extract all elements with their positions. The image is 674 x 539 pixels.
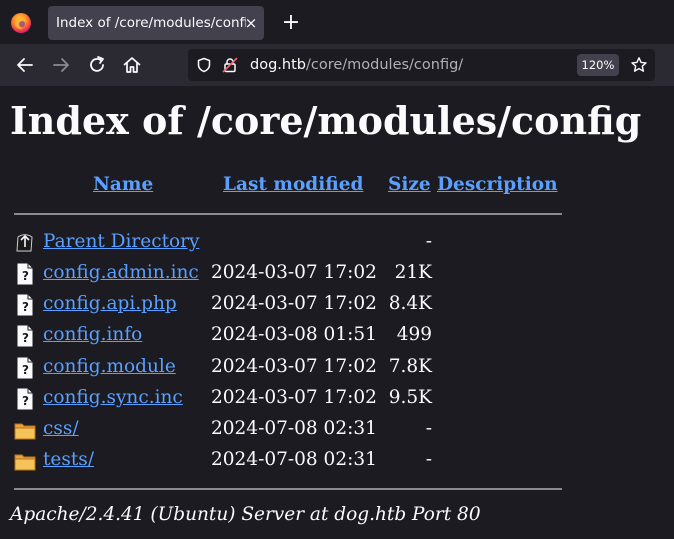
page-content: Index of /core/modules/config Name Last … (0, 86, 674, 539)
table-row: tests/ 2024-07-08 02:31 - (0, 449, 674, 480)
reload-icon[interactable] (86, 54, 108, 76)
table-row: ? config.module 2024-03-07 17:02 7.8K (0, 356, 674, 387)
file-link[interactable]: config.module (43, 356, 176, 377)
folder-link[interactable]: tests/ (43, 449, 94, 470)
tab-bar: Index of /core/modules/config × + (0, 0, 674, 44)
parent-directory-link[interactable]: Parent Directory (43, 231, 199, 252)
row-modified: 2024-03-07 17:02 (211, 262, 377, 283)
row-modified: 2024-03-08 01:51 (211, 324, 377, 345)
close-tab-icon[interactable]: × (244, 6, 258, 40)
table-row: Parent Directory - (0, 231, 674, 262)
row-size: - (425, 418, 432, 439)
file-link[interactable]: config.sync.inc (43, 387, 183, 408)
server-signature: Apache/2.4.41 (Ubuntu) Server at dog.htb… (10, 504, 481, 525)
row-modified: 2024-07-08 02:31 (211, 418, 377, 439)
zoom-level-button[interactable]: 120% (577, 54, 619, 76)
sort-by-last-modified-link[interactable]: Last modified (223, 174, 363, 195)
file-icon: ? (16, 387, 34, 411)
table-row: css/ 2024-07-08 02:31 - (0, 418, 674, 449)
table-row: ? config.api.php 2024-03-07 17:02 8.4K (0, 293, 674, 324)
insecure-lock-icon[interactable] (222, 57, 238, 73)
footer-divider (14, 488, 562, 490)
file-link[interactable]: config.info (43, 324, 142, 345)
tracking-protection-shield-icon[interactable] (196, 57, 212, 73)
forward-arrow-icon[interactable] (50, 54, 72, 76)
file-icon: ? (16, 293, 34, 317)
row-size: 8.4K (388, 293, 432, 314)
row-modified: 2024-03-07 17:02 (211, 293, 377, 314)
row-size: - (425, 449, 432, 470)
row-modified: 2024-07-08 02:31 (211, 449, 377, 470)
url-path: /core/modules/config/ (305, 57, 464, 73)
file-icon: ? (16, 262, 34, 286)
folder-icon (14, 423, 36, 440)
file-icon: ? (16, 356, 34, 380)
address-bar[interactable]: dog.htb/core/modules/config/ 120% (188, 49, 655, 81)
svg-text:?: ? (22, 269, 29, 283)
file-link[interactable]: config.api.php (43, 293, 177, 314)
page-title: Index of /core/modules/config (10, 98, 642, 143)
parent-directory-icon (16, 234, 33, 252)
sort-by-description-link[interactable]: Description (437, 174, 558, 195)
navigation-toolbar: dog.htb/core/modules/config/ 120% (0, 44, 674, 86)
svg-text:?: ? (22, 331, 29, 345)
row-size: 21K (394, 262, 432, 283)
row-size: - (425, 231, 432, 252)
header-divider (14, 213, 562, 215)
file-link[interactable]: config.admin.inc (43, 262, 199, 283)
sort-by-size-link[interactable]: Size (388, 174, 431, 195)
svg-text:?: ? (22, 363, 29, 377)
folder-link[interactable]: css/ (43, 418, 79, 439)
table-row: ? config.sync.inc 2024-03-07 17:02 9.5K (0, 387, 674, 418)
tab-current[interactable]: Index of /core/modules/config × (48, 6, 264, 40)
svg-text:?: ? (22, 394, 29, 408)
row-modified: 2024-03-07 17:02 (211, 387, 377, 408)
bookmark-star-icon[interactable] (630, 56, 648, 74)
sort-by-name-link[interactable]: Name (93, 174, 153, 195)
url-host: dog.htb (250, 57, 306, 73)
new-tab-button[interactable]: + (280, 10, 302, 36)
table-row: ? config.info 2024-03-08 01:51 499 (0, 324, 674, 355)
file-icon: ? (16, 324, 34, 348)
row-modified: 2024-03-07 17:02 (211, 356, 377, 377)
row-size: 7.8K (388, 356, 432, 377)
row-size: 499 (396, 324, 432, 345)
folder-icon (14, 454, 36, 471)
back-arrow-icon[interactable] (14, 54, 36, 76)
tab-title: Index of /core/modules/config (56, 15, 246, 31)
firefox-icon[interactable] (10, 12, 32, 34)
row-size: 9.5K (388, 387, 432, 408)
table-row: ? config.admin.inc 2024-03-07 17:02 21K (0, 262, 674, 293)
home-icon[interactable] (121, 54, 143, 76)
url-text[interactable]: dog.htb/core/modules/config/ (250, 49, 463, 81)
svg-text:?: ? (22, 300, 29, 314)
